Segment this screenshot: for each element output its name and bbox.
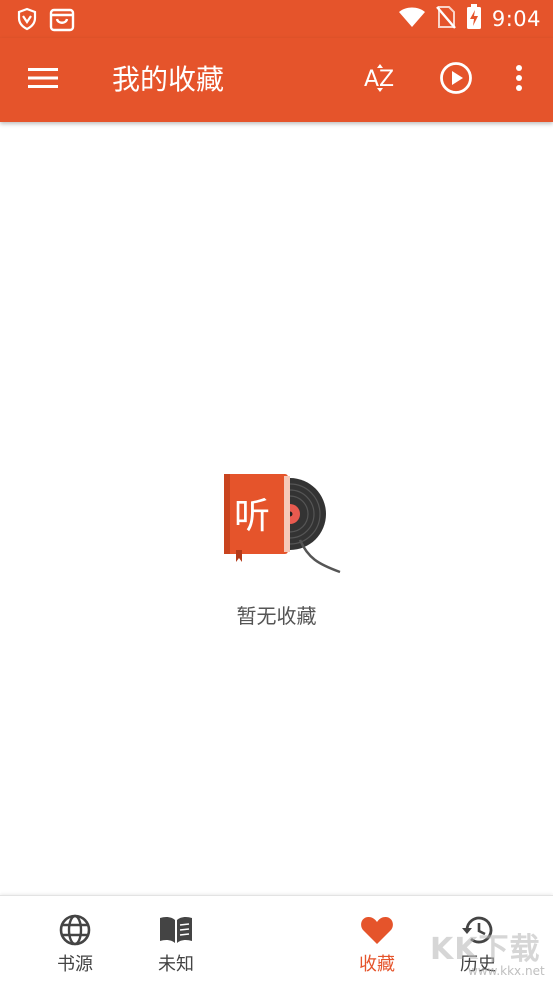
sort-button[interactable]: AZ [360, 60, 404, 100]
store-bag-icon [48, 5, 76, 37]
play-all-button[interactable] [434, 58, 478, 102]
toolbar: 我的收藏 AZ [0, 38, 553, 122]
screen: 9:04 我的收藏 AZ 听 暂无收藏 书源 未知 收藏 历史 KK下载 www… [0, 0, 553, 983]
empty-message: 暂无收藏 [236, 604, 317, 628]
sort-az-icon: AZ [362, 60, 402, 100]
empty-state-illustration: 听 [222, 470, 342, 576]
menu-icon [27, 66, 59, 94]
play-circle-icon [439, 61, 473, 99]
nav-label-favorites: 收藏 [359, 954, 395, 975]
nav-label-book-sources: 书源 [57, 954, 93, 975]
nav-item-favorites[interactable]: 收藏 [327, 896, 427, 983]
nav-label-history: 历史 [460, 954, 496, 975]
more-vert-icon [515, 64, 523, 96]
nav-item-history[interactable]: 历史 [428, 896, 528, 983]
status-bar: 9:04 [0, 0, 553, 38]
no-sim-icon [435, 5, 456, 33]
nav-item-unknown[interactable]: 未知 [126, 896, 226, 983]
status-time: 9:04 [491, 7, 541, 31]
battery-charging-icon [466, 4, 482, 34]
bottom-nav: 书源 未知 收藏 历史 [0, 895, 553, 983]
heart-icon [359, 912, 395, 948]
illustration-text: 听 [234, 496, 270, 537]
more-options-button[interactable] [504, 58, 534, 102]
shield-icon [16, 7, 38, 35]
nav-label-unknown: 未知 [158, 954, 194, 975]
history-icon [460, 912, 496, 948]
book-open-icon [158, 912, 194, 948]
page-title: 我的收藏 [112, 63, 225, 96]
globe-icon [57, 912, 93, 948]
menu-button[interactable] [24, 62, 62, 98]
wifi-icon [398, 6, 426, 32]
nav-item-book-sources[interactable]: 书源 [25, 896, 125, 983]
